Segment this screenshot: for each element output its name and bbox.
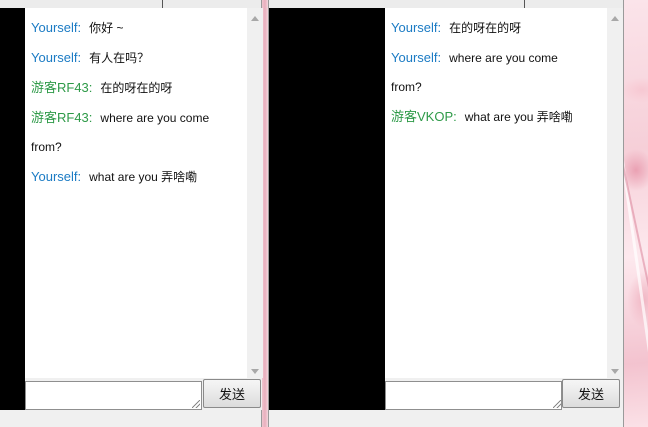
message-list: Yourself: 你好 ~ Yourself: 有人在吗？ 游客RF43: 在的呀在的呀… bbox=[25, 8, 247, 378]
message-sender: Yourself bbox=[391, 50, 438, 65]
message-text: 有人在吗？ bbox=[89, 51, 150, 65]
window-bottom-edge bbox=[0, 410, 261, 427]
video-pane bbox=[269, 8, 385, 410]
sender-separator: : bbox=[77, 20, 82, 35]
chat-message: 游客RF43: 在的呀在的呀 bbox=[25, 73, 247, 103]
chat-message: 游客RF43: where are you come from? bbox=[25, 103, 247, 162]
message-text: what are you 弄啥嘞 bbox=[89, 170, 198, 184]
chat-message: Yourself: 你好 ~ bbox=[25, 13, 247, 43]
message-scrollbar[interactable] bbox=[247, 8, 263, 378]
titlebar-separator bbox=[524, 0, 525, 8]
video-pane bbox=[0, 8, 25, 410]
sender-separator: : bbox=[77, 169, 82, 184]
message-sender: Yourself bbox=[31, 50, 78, 65]
sender-separator: : bbox=[88, 110, 93, 125]
chat-message: Yourself: 有人在吗？ bbox=[25, 43, 247, 73]
message-sender: 游客RF43 bbox=[31, 80, 89, 95]
resize-grip-icon[interactable] bbox=[192, 400, 200, 408]
chat-message: Yourself: 在的呀在的呀 bbox=[385, 13, 607, 43]
message-sender: Yourself bbox=[31, 20, 78, 35]
chat-message: Yourself: where are you come from? bbox=[385, 43, 607, 102]
message-sender: Yourself bbox=[391, 20, 438, 35]
sender-separator: : bbox=[77, 50, 82, 65]
send-button[interactable]: 发送 bbox=[562, 379, 620, 408]
compose-row: 发送 bbox=[25, 378, 262, 410]
message-sender: Yourself bbox=[31, 169, 78, 184]
sender-separator: : bbox=[88, 80, 93, 95]
message-text: 在的呀在的呀 bbox=[449, 21, 522, 35]
chat-window-left: Yourself: 你好 ~ Yourself: 有人在吗？ 游客RF43: 在的呀在的呀… bbox=[0, 0, 263, 427]
message-list-items: Yourself: 你好 ~ Yourself: 有人在吗？ 游客RF43: 在的呀在的呀… bbox=[25, 13, 247, 192]
message-sender: 游客RF43 bbox=[31, 110, 89, 125]
message-input[interactable] bbox=[25, 381, 202, 410]
titlebar-separator bbox=[162, 0, 163, 8]
sender-separator: : bbox=[453, 109, 457, 124]
scroll-up-icon[interactable] bbox=[251, 16, 259, 21]
message-scrollbar[interactable] bbox=[607, 8, 623, 378]
message-text: 在的呀在的呀 bbox=[100, 81, 173, 95]
chat-message: 游客VKOP: what are you 弄啥嘞 bbox=[385, 102, 607, 132]
sender-separator: : bbox=[437, 50, 442, 65]
sender-separator: : bbox=[437, 20, 442, 35]
message-list-items: Yourself: 在的呀在的呀 Yourself: where are you co… bbox=[385, 13, 607, 132]
message-text: what are you 弄啥嘞 bbox=[464, 110, 573, 124]
scroll-up-icon[interactable] bbox=[611, 16, 619, 21]
scroll-down-icon[interactable] bbox=[611, 369, 619, 374]
message-list: Yourself: 在的呀在的呀 Yourself: where are you co… bbox=[385, 8, 607, 378]
scroll-down-icon[interactable] bbox=[251, 369, 259, 374]
compose-row: 发送 bbox=[385, 378, 623, 410]
chat-message: Yourself: what are you 弄啥嘞 bbox=[25, 162, 247, 192]
resize-grip-icon[interactable] bbox=[553, 400, 561, 408]
chat-window-right: Yourself: 在的呀在的呀 Yourself: where are you co… bbox=[268, 0, 624, 427]
desktop-wallpaper bbox=[622, 0, 648, 427]
message-input[interactable] bbox=[385, 381, 562, 410]
send-button[interactable]: 发送 bbox=[203, 379, 261, 408]
message-text: 你好 ~ bbox=[89, 21, 124, 35]
message-sender: 游客VKOP bbox=[391, 109, 454, 124]
window-bottom-edge bbox=[269, 410, 623, 427]
